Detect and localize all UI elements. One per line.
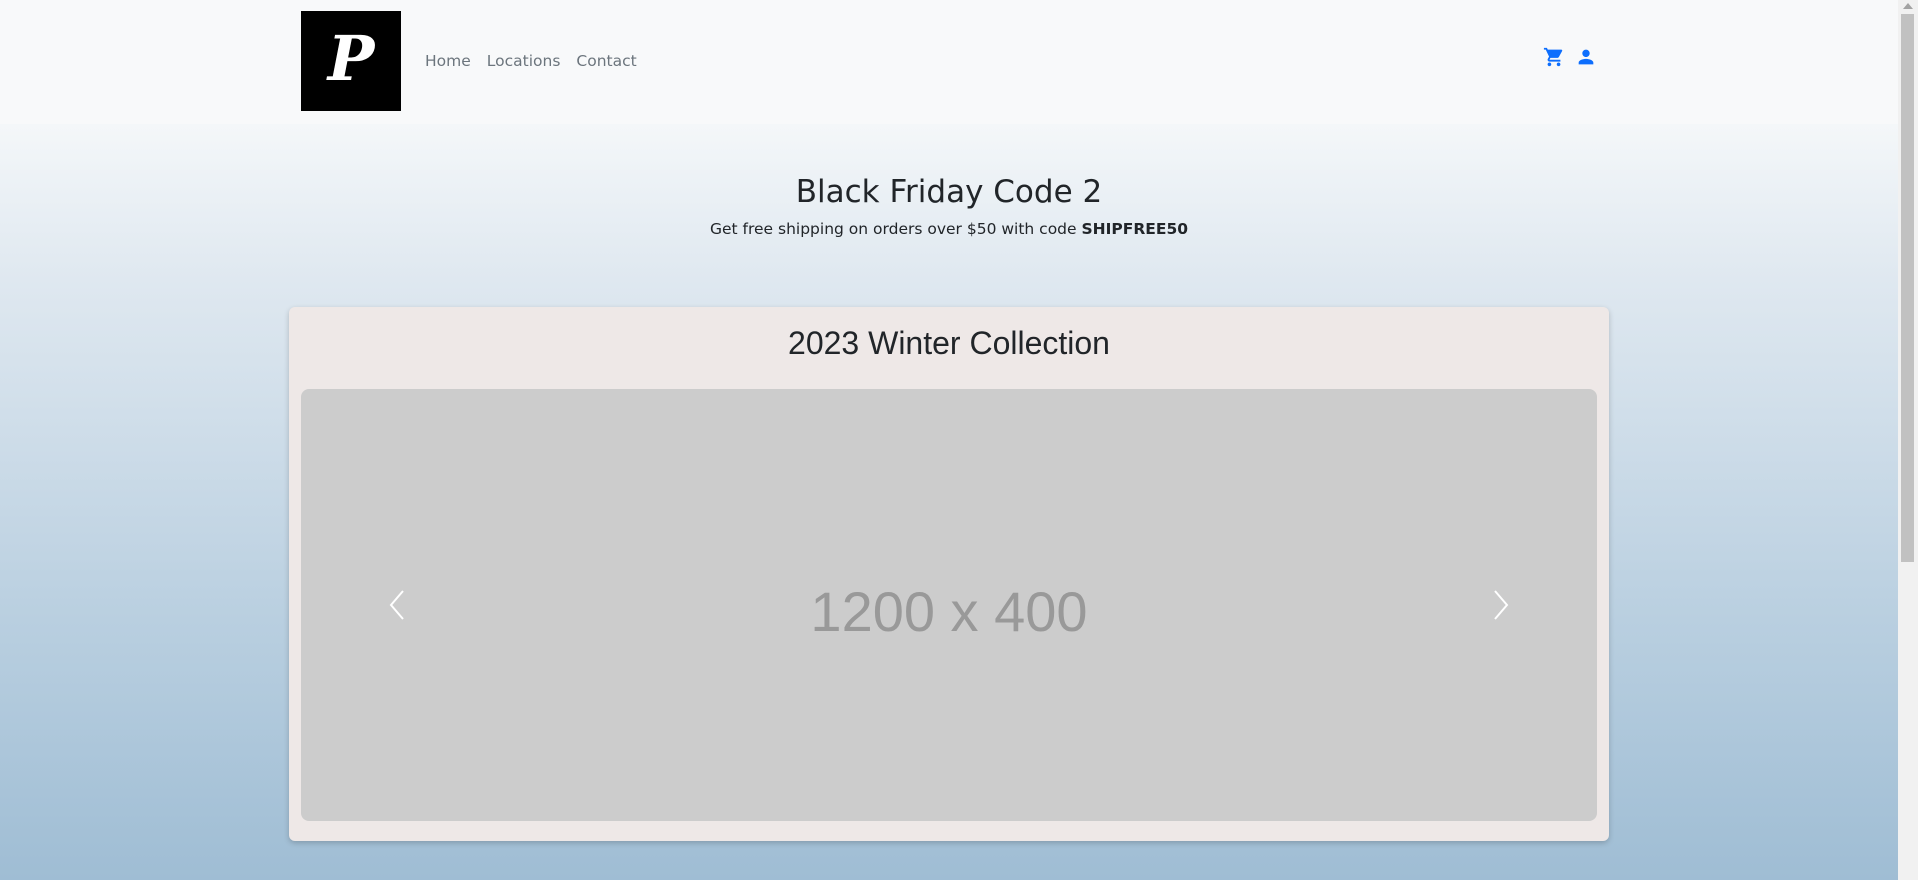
- nav-links: Home Locations Contact: [425, 50, 653, 72]
- carousel: 1200 x 400: [301, 389, 1597, 821]
- navbar: P Home Locations Contact: [0, 0, 1898, 124]
- collection-card: 2023 Winter Collection 1200 x 400: [289, 307, 1609, 841]
- scrollbar-thumb[interactable]: [1901, 14, 1914, 562]
- promo-banner: Black Friday Code 2 Get free shipping on…: [0, 170, 1898, 238]
- nav-link-contact[interactable]: Contact: [576, 50, 636, 72]
- nav-icons: [1543, 46, 1597, 68]
- collection-title: 2023 Winter Collection: [788, 325, 1110, 361]
- logo[interactable]: P: [301, 11, 401, 111]
- nav-link-locations[interactable]: Locations: [487, 50, 561, 72]
- promo-title: Black Friday Code 2: [795, 174, 1103, 210]
- carousel-next-button[interactable]: [1403, 389, 1597, 821]
- scroll-up-icon[interactable]: [1903, 3, 1913, 9]
- promo-code: SHIPFREE50: [1081, 220, 1189, 238]
- scrollbar[interactable]: [1898, 0, 1918, 880]
- logo-letter: P: [327, 22, 375, 95]
- carousel-prev-button[interactable]: [301, 389, 495, 821]
- promo-description: Get free shipping on orders over $50 wit…: [709, 220, 1082, 238]
- nav-link-home[interactable]: Home: [425, 50, 471, 72]
- cart-icon[interactable]: [1543, 46, 1565, 68]
- chevron-left-icon: [389, 590, 404, 620]
- chevron-right-icon: [1494, 590, 1509, 620]
- promo-text: Get free shipping on orders over $50 wit…: [0, 220, 1898, 238]
- user-icon[interactable]: [1575, 46, 1597, 68]
